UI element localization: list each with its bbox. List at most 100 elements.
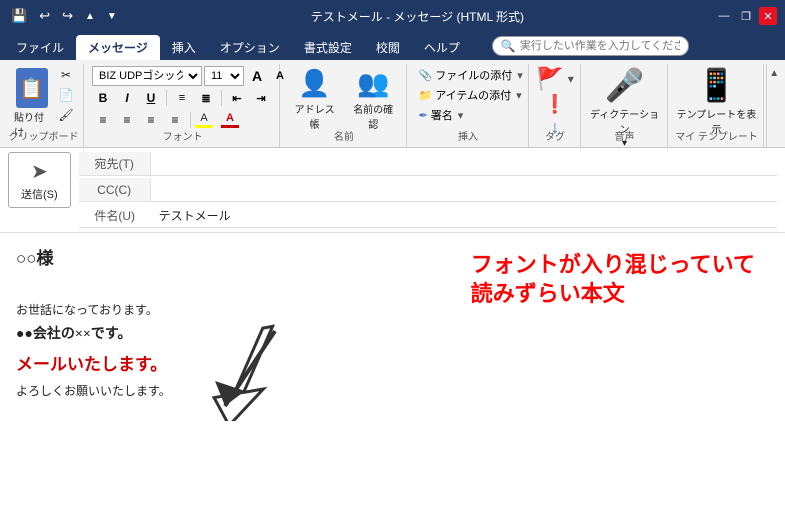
copy-icon[interactable]: 📄 [55,86,77,104]
subject-value[interactable]: テストメール [151,205,777,226]
ribbon-collapse-button[interactable]: ▲ [766,64,781,147]
flag-dropdown-icon[interactable]: ▾ [568,72,574,86]
undo-icon[interactable]: ↩ [36,8,53,24]
font-color-row: ≡ ≡ ≡ ≡ A A [92,110,239,130]
tab-help[interactable]: ヘルプ [412,35,472,60]
font-family-select[interactable]: BIZ UDPゴシック [92,66,202,86]
cc-field-row: CC(C) [79,178,777,202]
file-attach-button[interactable]: 📎 ファイルの添付 ▾ [415,66,527,84]
italic-button[interactable]: I [116,88,138,108]
save-icon[interactable]: 💾 [8,8,30,24]
indent-increase-button[interactable]: ⇥ [250,88,272,108]
clipboard-small-buttons: ✂ 📄 🖌 [55,66,77,124]
attach-dropdown-icon[interactable]: ▾ [517,69,523,82]
title-bar: 💾 ↩ ↪ ▲ ▼ テストメール - メッセージ (HTML 形式) — ❐ ✕ [0,0,785,32]
redo-icon[interactable]: ↪ [59,8,76,24]
subject-row: 件名(U) テストメール [79,204,777,228]
send-arrow-icon: ➤ [31,159,48,184]
list-number-button[interactable]: ≣ [195,88,217,108]
names-group-label: 名前 [282,128,405,143]
underline-button[interactable]: U [140,88,162,108]
indent-decrease-button[interactable]: ⇤ [226,88,248,108]
window-controls: — ❐ ✕ [715,7,777,25]
clipboard-group: 📋 貼り付け ✂ 📄 🖌 クリップボード [4,64,84,147]
font-grow-button[interactable]: A [246,66,268,86]
highlight-color-btn[interactable]: A [195,112,213,128]
send-button[interactable]: ➤ 送信(S) [8,152,71,208]
signature-label: 署名 [431,107,453,123]
address-book-label: アドレス帳 [292,101,337,131]
align-justify-button[interactable]: ≡ [164,110,186,130]
send-label: 送信(S) [21,186,58,202]
check-names-button[interactable]: 👥 名前の確認 [347,66,400,133]
check-names-label: 名前の確認 [351,101,396,131]
clipboard-group-label: クリップボード [4,128,83,143]
audio-group: 🎤 ディクテーション ▾ 音声 [583,64,668,147]
flag-row: 🚩 ▾ [536,66,573,92]
tag-group: 🚩 ▾ ❗ ↓ タグ [531,64,581,147]
align-right-button[interactable]: ≡ [140,110,162,130]
search-input[interactable] [520,40,680,52]
tab-file[interactable]: ファイル [4,35,76,60]
insert-group-label: 挿入 [409,128,528,143]
font-name-row: BIZ UDPゴシック 11 A A [92,66,291,86]
item-attach-label: アイテムの添付 [435,87,511,103]
paperclip-icon: 📎 [419,69,433,82]
tab-review[interactable]: 校閲 [364,35,412,60]
font-color-btn[interactable]: A [221,112,239,128]
align-left-button[interactable]: ≡ [92,110,114,130]
annotation: フォントが入り混じっていて 読みずらい本文 [471,251,755,308]
arrow-svg [200,321,300,421]
list-bullet-button[interactable]: ≡ [171,88,193,108]
format-painter-icon[interactable]: 🖌 [55,106,77,124]
cut-icon[interactable]: ✂ [55,66,77,84]
template-group-label: マイ テンプレート [670,128,764,143]
body-line-5: メールいたします。 [16,351,769,378]
template-icon: 📱 [697,66,737,104]
font-size-select[interactable]: 11 [204,66,244,86]
tag-group-label: タグ [531,128,580,143]
minimize-button[interactable]: — [715,7,733,25]
ribbon-tabs: ファイル メッセージ 挿入 オプション 書式設定 校閲 ヘルプ 🔍 [0,32,785,60]
tab-options[interactable]: オプション [208,35,292,60]
tab-format[interactable]: 書式設定 [292,35,364,60]
annotation-line2: 読みずらい本文 [471,280,755,309]
align-center-button[interactable]: ≡ [116,110,138,130]
signature-button[interactable]: ✒ 署名 ▾ [415,106,468,124]
search-icon: 🔍 [501,39,516,53]
insert-group: 📎 ファイルの添付 ▾ 📁 アイテムの添付 ▾ ✒ 署名 ▾ 挿入 [409,64,529,147]
file-attach-label: ファイルの添付 [435,67,512,83]
address-book-button[interactable]: 👤 アドレス帳 [288,66,341,133]
microphone-icon: 🎤 [605,66,645,104]
to-label[interactable]: 宛先(T) [79,152,151,175]
sig-dropdown-icon[interactable]: ▾ [458,109,464,122]
restore-button[interactable]: ❐ [737,7,755,25]
main-content: ➤ 送信(S) 宛先(T) CC(C) 件名(U) テストメール ○○様 お世話… [0,148,785,504]
audio-group-label: 音声 [583,128,667,143]
divider2 [221,90,222,106]
down-icon[interactable]: ▼ [104,11,120,22]
divider [166,90,167,106]
ribbon-body: 📋 貼り付け ✂ 📄 🖌 クリップボード BIZ UDPゴシック 11 A [0,60,785,148]
cc-value[interactable] [151,188,777,192]
up-icon[interactable]: ▲ [82,11,98,22]
template-group: 📱 テンプレートを表示 マイ テンプレート [670,64,765,147]
cc-label[interactable]: CC(C) [79,178,151,201]
body-line-4: ●●会社の××です。 [16,324,769,346]
window-title: テストメール - メッセージ (HTML 形式) [120,8,715,25]
close-button[interactable]: ✕ [759,7,777,25]
importance-high-icon[interactable]: ❗ [544,94,566,115]
item-attach-button[interactable]: 📁 アイテムの添付 ▾ [415,86,526,104]
tab-message[interactable]: メッセージ [76,35,160,60]
flag-icon[interactable]: 🚩 [536,66,563,92]
annotation-line1: フォントが入り混じっていて [471,251,755,280]
item-icon: 📁 [419,89,433,102]
address-book-icon: 👤 [298,68,330,99]
font-group: BIZ UDPゴシック 11 A A B I U ≡ ≣ ⇤ ⇥ [86,64,280,147]
email-header: ➤ 送信(S) 宛先(T) CC(C) 件名(U) テストメール [0,148,785,233]
item-dropdown-icon[interactable]: ▾ [516,89,522,102]
email-body[interactable]: ○○様 お世話になっております。 ●●会社の××です。 メールいたします。 よろ… [0,233,785,504]
tab-insert[interactable]: 挿入 [160,35,208,60]
to-value[interactable] [151,162,777,166]
bold-button[interactable]: B [92,88,114,108]
